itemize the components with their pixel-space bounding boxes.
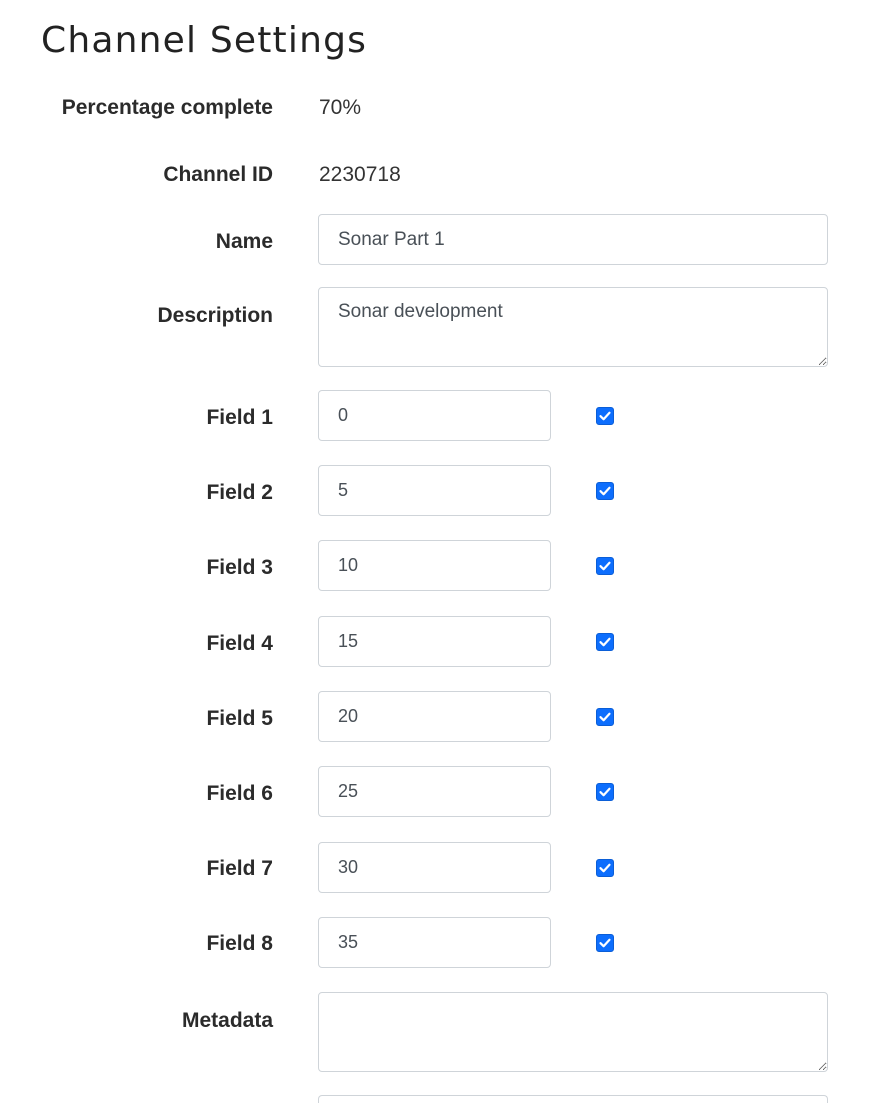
- field-8-label: Field 8: [206, 932, 273, 955]
- field-5-input[interactable]: [318, 691, 551, 742]
- field-7-input[interactable]: [318, 842, 551, 893]
- name-input[interactable]: [318, 214, 828, 265]
- field-3-input[interactable]: [318, 540, 551, 591]
- metadata-label: Metadata: [181, 1009, 273, 1032]
- description-textarea[interactable]: Sonar development: [318, 287, 828, 367]
- field-3-checkbox[interactable]: [596, 557, 614, 575]
- page-title: Channel Settings: [41, 20, 368, 61]
- field-2-input[interactable]: [318, 465, 551, 516]
- channel-id-label: Channel ID: [163, 163, 273, 186]
- field-6-label: Field 6: [206, 782, 273, 805]
- percentage-value: 70%: [319, 96, 362, 119]
- field-6-checkbox[interactable]: [596, 783, 614, 801]
- field-3-label: Field 3: [206, 556, 273, 579]
- field-7-checkbox[interactable]: [596, 859, 614, 877]
- field-1-input[interactable]: [318, 390, 551, 441]
- metadata-textarea[interactable]: [318, 992, 828, 1072]
- field-2-checkbox[interactable]: [596, 482, 614, 500]
- field-6-input[interactable]: [318, 766, 551, 817]
- field-8-input[interactable]: [318, 917, 551, 968]
- field-7-label: Field 7: [206, 857, 273, 880]
- description-label: Description: [157, 304, 273, 327]
- channel-id-value: 2230718: [319, 163, 401, 186]
- next-input-partial[interactable]: [318, 1095, 828, 1103]
- name-label: Name: [215, 230, 273, 253]
- field-4-checkbox[interactable]: [596, 633, 614, 651]
- field-5-label: Field 5: [206, 707, 273, 730]
- channel-id-row: Channel ID 2230718: [0, 161, 887, 189]
- field-4-input[interactable]: [318, 616, 551, 667]
- field-1-label: Field 1: [206, 406, 273, 429]
- field-5-checkbox[interactable]: [596, 708, 614, 726]
- field-2-label: Field 2: [206, 481, 273, 504]
- field-8-checkbox[interactable]: [596, 934, 614, 952]
- field-1-checkbox[interactable]: [596, 407, 614, 425]
- percentage-row: Percentage complete 70%: [0, 94, 887, 122]
- field-4-label: Field 4: [206, 632, 273, 655]
- percentage-label: Percentage complete: [61, 96, 273, 119]
